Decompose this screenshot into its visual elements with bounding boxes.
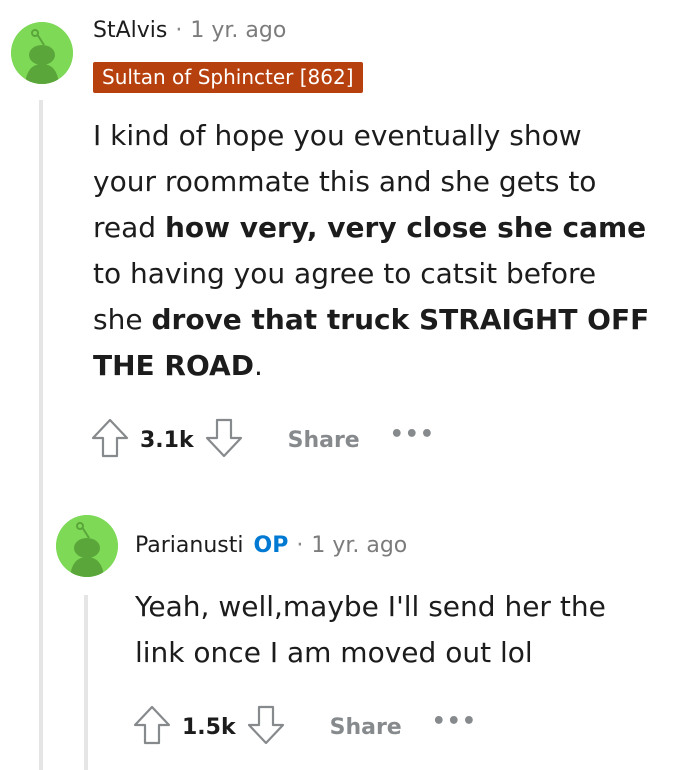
avatar-parianusti[interactable] (56, 515, 118, 577)
comment-actions: 3.1k Share ••• (90, 417, 435, 463)
username[interactable]: StAlvis (93, 18, 167, 43)
comment-body: I kind of hope you eventually show your … (93, 113, 653, 389)
vote-score: 3.1k (140, 427, 194, 453)
separator: · (296, 533, 304, 558)
body-bold-text: drove that truck STRAIGHT OFF THE ROAD (93, 303, 650, 382)
snoo-avatar-icon (11, 22, 73, 84)
vote-score: 1.5k (182, 714, 236, 740)
comment-meta: StAlvis · 1 yr. ago (93, 18, 286, 43)
user-flair: Sultan of Sphincter [862] (93, 62, 363, 93)
more-options-button[interactable]: ••• (390, 422, 435, 447)
timestamp[interactable]: 1 yr. ago (311, 533, 407, 558)
comment-actions: 1.5k Share ••• (132, 704, 477, 750)
timestamp[interactable]: 1 yr. ago (190, 18, 286, 43)
op-badge: OP (253, 533, 289, 558)
share-button[interactable]: Share (330, 715, 402, 740)
comment-body: Yeah, well,maybe I'll send her the link … (135, 590, 606, 669)
share-button[interactable]: Share (288, 428, 360, 453)
arrow-down-icon[interactable] (246, 704, 286, 750)
snoo-avatar-icon (56, 515, 118, 577)
comment-meta: Parianusti OP · 1 yr. ago (135, 533, 407, 558)
arrow-up-icon[interactable] (90, 417, 130, 463)
body-bold-text: how very, very close she came (164, 211, 647, 244)
thread-line[interactable] (39, 100, 43, 770)
arrow-down-icon[interactable] (204, 417, 244, 463)
more-options-button[interactable]: ••• (432, 709, 477, 734)
separator: · (175, 18, 183, 43)
arrow-up-icon[interactable] (132, 704, 172, 750)
avatar-stalvis[interactable] (11, 22, 73, 84)
username[interactable]: Parianusti (135, 533, 244, 558)
comment-thread: StAlvis · 1 yr. ago Sultan of Sphincter … (0, 0, 700, 770)
thread-line[interactable] (84, 595, 88, 770)
body-text-part: . (253, 349, 263, 382)
